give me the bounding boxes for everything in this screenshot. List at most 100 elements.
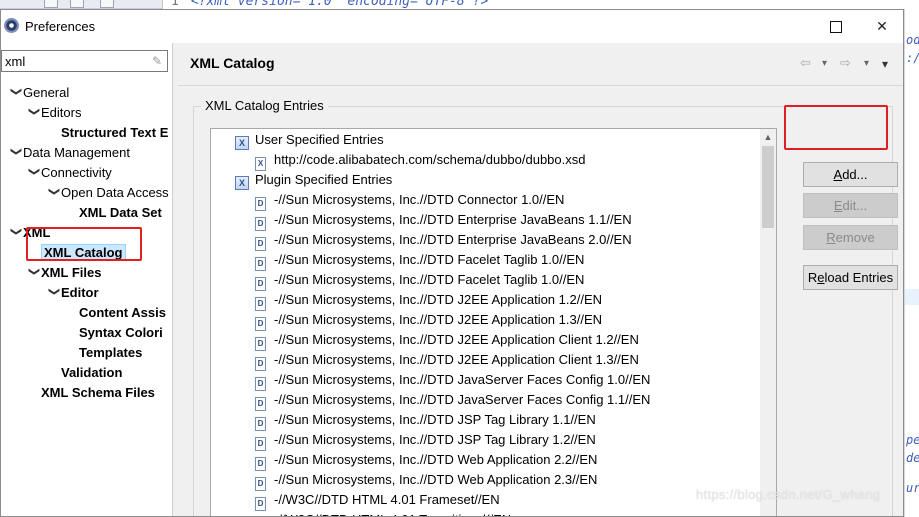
editor-fragment: :/ [906, 51, 919, 65]
eclipse-icon [4, 18, 19, 33]
tree-item[interactable]: Syntax Colori [65, 323, 163, 343]
catalog-entry[interactable]: D -//Sun Microsystems, Inc.//DTD Enterpri… [255, 210, 632, 231]
back-dropdown-icon[interactable]: ▾ [822, 58, 827, 69]
catalog-entry[interactable]: D -//Sun Microsystems, Inc.//DTD JSP Tag … [255, 430, 596, 451]
tree-item[interactable]: ❯Data Management [9, 143, 130, 163]
chevron-down-icon[interactable]: ❯ [27, 107, 44, 121]
scrollbar-thumb[interactable] [762, 146, 774, 228]
toolbar-button[interactable] [100, 0, 114, 8]
maximize-button[interactable] [813, 10, 859, 43]
preferences-dialog: Preferences ✕ ✎ ❯General❯EditorsStructur… [0, 9, 904, 517]
tree-item[interactable]: ❯Editors [27, 103, 81, 123]
page-header: XML Catalog ⇦ ▾ ⇨ ▾ ▾ [178, 43, 903, 83]
catalog-entry[interactable]: Xhttp://code.alibabatech.com/schema/dubb… [255, 150, 586, 171]
catalog-entry[interactable]: D -//Sun Microsystems, Inc.//DTD JavaServ… [255, 370, 650, 391]
tree-item-label: Content Assis [79, 305, 166, 320]
tree-item[interactable]: XML Data Set [65, 203, 162, 223]
eraser-icon[interactable]: ✎ [150, 54, 164, 68]
catalog-entry-label: -//W3C//DTD HTML 4.01 Transitional//EN [274, 512, 511, 516]
dtd-file-icon: D [255, 377, 266, 391]
catalog-entry[interactable]: D -//Sun Microsystems, Inc.//DTD J2EE App… [255, 330, 639, 351]
editor-fragment: ur [906, 481, 919, 495]
edit-button[interactable]: Edit... [803, 193, 898, 218]
dtd-file-icon: D [255, 277, 266, 291]
back-arrow-icon[interactable]: ⇦ [800, 55, 811, 71]
tree-item[interactable]: Validation [47, 363, 122, 383]
page-title: XML Catalog [190, 55, 275, 71]
tree-item[interactable]: XML Catalog [27, 243, 126, 263]
catalog-entry[interactable]: D -//W3C//DTD HTML 4.01 Frameset//EN [255, 490, 500, 511]
tree-item[interactable]: ❯Connectivity [27, 163, 112, 183]
header-separator [178, 85, 903, 86]
remove-mnemonic: R [826, 230, 836, 245]
catalog-entry[interactable]: D -//Sun Microsystems, Inc.//DTD Facelet … [255, 270, 584, 291]
vertical-scrollbar[interactable]: ▲ [760, 129, 776, 516]
chevron-down-icon[interactable]: ❯ [9, 147, 26, 161]
tree-item[interactable]: Content Assis [65, 303, 166, 323]
filter-input[interactable] [2, 51, 142, 71]
filter-field[interactable]: ✎ [1, 50, 168, 72]
catalog-entry[interactable]: X Plugin Specified Entries [235, 170, 392, 190]
tree-item[interactable]: ❯General [9, 83, 69, 103]
dtd-file-icon: D [255, 397, 266, 411]
close-button[interactable]: ✕ [859, 10, 903, 43]
tree-item-label: Data Management [23, 145, 130, 160]
tree-item[interactable]: Templates [65, 343, 142, 363]
catalog-entry-label: -//W3C//DTD HTML 4.01 Frameset//EN [274, 492, 500, 507]
reload-entries-button[interactable]: Reload Entries [803, 265, 898, 290]
catalog-entry[interactable]: D -//Sun Microsystems, Inc.//DTD Web Appl… [255, 470, 598, 491]
view-menu-icon[interactable]: ▾ [882, 57, 888, 71]
catalog-entry-label: -//Sun Microsystems, Inc.//DTD J2EE Appl… [274, 312, 603, 327]
dtd-file-icon: D [255, 257, 266, 271]
chevron-down-icon[interactable]: ❯ [27, 267, 44, 281]
dtd-file-icon: D [255, 337, 266, 351]
catalog-entry-label: -//Sun Microsystems, Inc.//DTD Enterpris… [274, 212, 632, 227]
catalog-entry[interactable]: D -//Sun Microsystems, Inc.//DTD JSP Tag … [255, 410, 596, 431]
remove-button[interactable]: Remove [803, 225, 898, 250]
dtd-file-icon: D [255, 497, 266, 511]
catalog-entry[interactable]: D -//Sun Microsystems, Inc.//DTD Enterpri… [255, 230, 632, 251]
chevron-down-icon[interactable]: ❯ [47, 287, 64, 301]
chevron-down-icon[interactable]: ❯ [9, 227, 26, 241]
chevron-down-icon[interactable]: ❯ [47, 187, 64, 201]
catalog-entry[interactable]: D -//Sun Microsystems, Inc.//DTD J2EE App… [255, 290, 602, 311]
catalog-folder-icon: X [235, 176, 249, 190]
background-toolbar [0, 0, 162, 9]
catalog-entry[interactable]: D -//Sun Microsystems, Inc.//DTD JavaServ… [255, 390, 650, 411]
add-button[interactable]: Add... [803, 162, 898, 187]
title-bar: Preferences ✕ [1, 10, 903, 43]
dtd-file-icon: D [255, 217, 266, 231]
tree-item[interactable]: ❯XML Files [27, 263, 101, 283]
catalog-entry[interactable]: D -//Sun Microsystems, Inc.//DTD Connecto… [255, 190, 565, 211]
scroll-up-icon[interactable]: ▲ [760, 129, 776, 145]
preference-page: XML Catalog ⇦ ▾ ⇨ ▾ ▾ XML Catalog Entrie… [178, 43, 903, 516]
tree-item-label: XML Catalog [41, 244, 126, 261]
tree-item-label: Validation [61, 365, 123, 380]
editor-line-text: <?xml version="1.0" encoding="UTF-8"?> [190, 0, 489, 9]
catalog-entries-tree[interactable]: ▲ X User Specified Entries Xhttp://code.al… [210, 128, 777, 516]
tree-item[interactable]: ❯Editor [47, 283, 99, 303]
catalog-entry-label: -//Sun Microsystems, Inc.//DTD Connector… [274, 192, 565, 207]
catalog-entry[interactable]: X User Specified Entries [235, 130, 384, 150]
catalog-entry[interactable]: D -//Sun Microsystems, Inc.//DTD Facelet … [255, 250, 584, 271]
catalog-entry-label: -//Sun Microsystems, Inc.//DTD Web Appli… [274, 472, 598, 487]
tree-item[interactable]: ❯XML [9, 223, 50, 243]
forward-dropdown-icon[interactable]: ▾ [864, 58, 869, 69]
background-editor-edge: od :/ pe de ur [904, 9, 919, 517]
toolbar-button[interactable] [44, 0, 58, 8]
editor-line-highlight [905, 289, 919, 305]
catalog-entry[interactable]: D -//Sun Microsystems, Inc.//DTD J2EE App… [255, 310, 603, 331]
tree-item[interactable]: XML Schema Files [27, 383, 155, 403]
catalog-entry[interactable]: D-//W3C//DTD HTML 4.01 Transitional//EN [255, 510, 511, 516]
tree-item[interactable]: Structured Text E [47, 123, 168, 143]
tree-item-label: General [23, 85, 70, 100]
catalog-entry[interactable]: D -//Sun Microsystems, Inc.//DTD J2EE App… [255, 350, 639, 371]
catalog-entry-label: Plugin Specified Entries [255, 172, 393, 187]
forward-arrow-icon[interactable]: ⇨ [840, 55, 851, 71]
toolbar-button[interactable] [70, 0, 84, 8]
tree-item-label: Editor [61, 285, 99, 300]
chevron-down-icon[interactable]: ❯ [9, 87, 26, 101]
chevron-down-icon[interactable]: ❯ [27, 167, 44, 181]
catalog-entry[interactable]: D -//Sun Microsystems, Inc.//DTD Web Appl… [255, 450, 597, 471]
tree-item[interactable]: ❯Open Data Access [47, 183, 169, 203]
